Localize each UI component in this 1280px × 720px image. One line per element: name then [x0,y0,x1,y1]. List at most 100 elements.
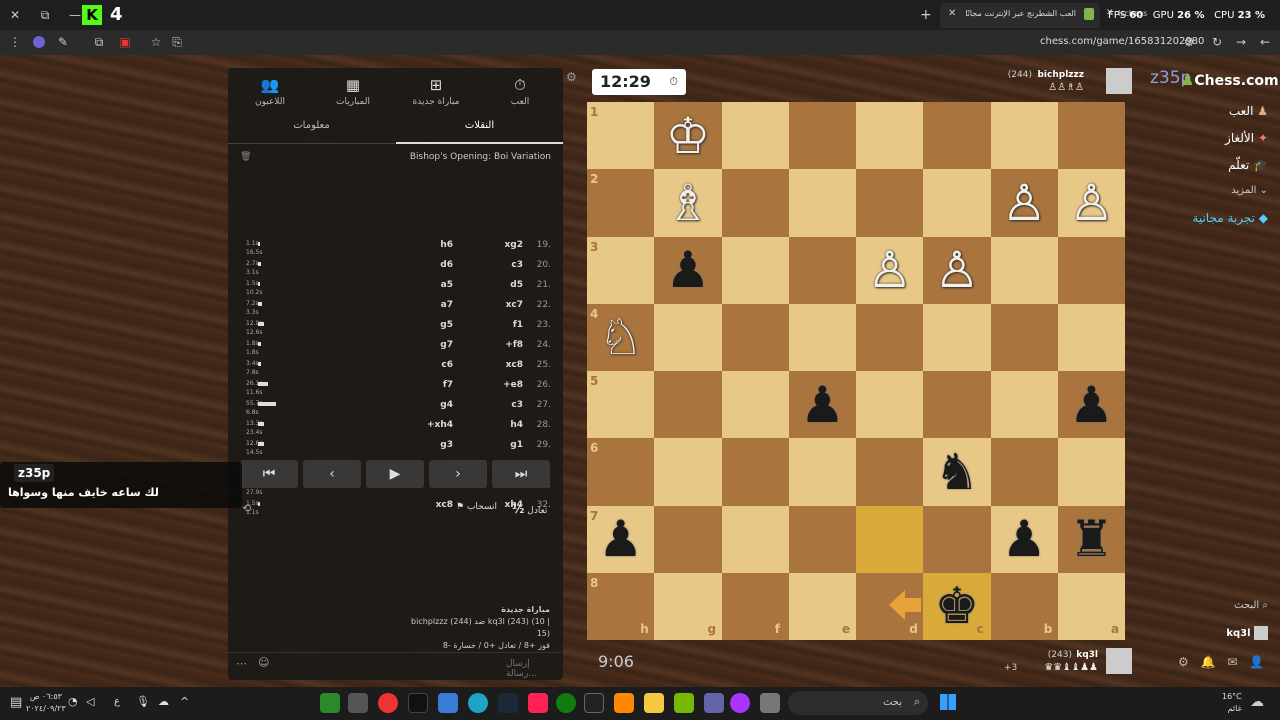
chess-piece[interactable]: ♙ [923,237,990,304]
subtab-info[interactable]: معلومات [228,120,395,144]
board-square[interactable] [721,102,789,170]
board-square[interactable] [654,303,722,371]
mic-icon[interactable]: 🎙 [136,695,150,708]
extensions-icon[interactable]: ⧉ [88,31,110,53]
steam-icon[interactable] [498,693,518,713]
extension-red-icon[interactable]: ▣ [114,31,136,53]
nav-games[interactable]: ▦ المباريات [323,76,383,107]
white-move[interactable]: f1 [513,320,523,330]
language-indicator[interactable]: ع [114,696,120,707]
board-square[interactable] [788,102,856,170]
new-tab-button[interactable]: + [920,7,932,23]
board-square[interactable] [721,371,789,439]
close-icon[interactable]: ✕ [4,4,26,26]
black-move[interactable]: a7 [441,300,453,310]
board-square[interactable] [923,102,991,170]
board-square[interactable] [856,371,924,439]
board-square[interactable] [1057,236,1125,304]
white-move[interactable]: xg2 [504,240,523,250]
board-square[interactable] [654,371,722,439]
chess-piece[interactable]: ♟ [654,237,721,304]
xbox-app-icon[interactable] [320,693,340,713]
board-square[interactable] [1057,102,1125,170]
xbox-icon[interactable] [556,693,576,713]
chess-piece[interactable]: ♜ [1058,506,1125,573]
black-move[interactable]: g7 [440,340,453,350]
tiktok-icon[interactable] [408,693,428,713]
board-square[interactable] [654,505,722,573]
nav-side-trial[interactable]: تجربة مجانية ◆ [1192,211,1268,225]
board-square[interactable] [721,236,789,304]
nav-side-more[interactable]: المزيد ⌄ [1231,185,1268,196]
board-square[interactable] [788,303,856,371]
board-square[interactable] [856,303,924,371]
board-square[interactable] [856,505,924,573]
taskbar-clock[interactable]: ٠٦:٥٣ ص ٢٠٢٤/٠٩/٢٣ [26,691,66,715]
friends-icon[interactable]: 👤 [1249,655,1264,669]
menu-dots-icon[interactable]: ⋮ [4,31,26,53]
brave-icon[interactable] [528,693,548,713]
white-move[interactable]: +e8 [503,380,523,390]
board-square[interactable] [856,438,924,506]
board-square[interactable] [788,169,856,237]
prev-move-button[interactable]: ‹ [303,460,361,488]
board-square[interactable] [923,303,991,371]
chrome-icon[interactable] [378,693,398,713]
messenger-icon[interactable] [730,693,750,713]
white-move[interactable]: xc8 [506,360,523,370]
white-move[interactable]: c3 [511,260,523,270]
black-move[interactable]: +xh4 [427,420,453,430]
play-button[interactable]: ▶ [366,460,424,488]
chevron-up-icon[interactable]: ^ [180,695,189,708]
edge-icon[interactable] [468,693,488,713]
board-square[interactable] [721,303,789,371]
black-move[interactable]: g4 [440,400,453,410]
reload-icon[interactable]: ↻ [1206,31,1228,53]
nav-side-puzzles[interactable]: الألغاز ✦ [1225,131,1268,145]
nav-side-search[interactable]: البحث ⌕ [1234,600,1268,611]
board-square[interactable] [1057,303,1125,371]
black-move[interactable]: h6 [440,240,453,250]
white-move[interactable]: h4 [510,420,523,430]
chess-piece[interactable]: ♔ [654,102,721,169]
nav-players[interactable]: 👥 اللاعبون [240,76,300,107]
bell-icon[interactable]: 🔔 [1201,655,1216,669]
board-square[interactable] [721,438,789,506]
board-square[interactable] [1057,438,1125,506]
trash-icon[interactable]: 🗑 [240,152,251,162]
weather[interactable]: 16°C غائم [1222,691,1242,715]
forward-icon[interactable]: → [1230,31,1252,53]
black-move[interactable]: f7 [443,380,453,390]
nav-play[interactable]: ⏱ العب [490,76,550,107]
settings-gear-icon[interactable]: ⚙ [566,70,577,84]
resign-button[interactable]: ⚑ انسحاب [456,502,497,512]
board-square[interactable] [923,505,991,573]
board-square[interactable] [856,102,924,170]
draw-button[interactable]: ½ تعادل [512,502,547,516]
chess-piece[interactable]: ♟ [1058,371,1125,438]
chess-piece[interactable]: ♘ [587,304,654,371]
board-square[interactable] [990,371,1058,439]
board-square[interactable] [990,303,1058,371]
tune-icon[interactable]: ⚙ [1178,31,1200,53]
flip-icon[interactable]: ⟲ [242,502,251,515]
nav-side-play[interactable]: العب ♟ [1229,104,1268,118]
black-move[interactable]: g5 [440,320,453,330]
chess-piece[interactable]: ♟ [587,506,654,573]
next-move-button[interactable]: › [429,460,487,488]
wifi-icon[interactable]: ◔ [68,695,78,708]
black-move[interactable]: a5 [441,280,453,290]
last-move-button[interactable]: ⏭ [492,460,550,488]
white-move[interactable]: xc7 [506,300,523,310]
chess-piece[interactable]: ♙ [856,237,923,304]
notification-icon[interactable]: ▤ [10,695,22,710]
chess-piece[interactable]: ♚ [923,573,990,640]
chess-logo[interactable]: ♟Chess.com [1180,70,1279,92]
bottom-player-name[interactable]: kq3l [1076,650,1098,660]
volume-icon[interactable]: ◁ [86,695,94,708]
nvidia-icon[interactable] [674,693,694,713]
store-icon[interactable] [438,693,458,713]
nav-side-learn[interactable]: تعلّم 🎓 [1228,158,1268,172]
back-icon[interactable]: ← [1254,31,1276,53]
first-move-button[interactable]: ⏮ [240,460,298,488]
